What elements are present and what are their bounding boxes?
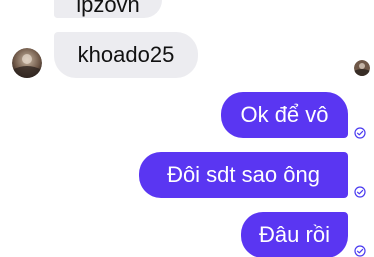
message-text: Ok để vô xyxy=(240,102,329,127)
message-outgoing-3[interactable]: Đâu rồi xyxy=(241,212,348,257)
message-outgoing-2[interactable]: Đôi sdt sao ông xyxy=(139,152,348,198)
message-text: khoado25 xyxy=(77,42,175,67)
sender-avatar-icon[interactable] xyxy=(12,48,42,78)
message-text: Đôi sdt sao ông xyxy=(167,162,320,187)
check-circle-icon xyxy=(354,185,366,198)
message-text: Đâu rồi xyxy=(259,222,330,247)
chat-thread: lpzovn khoado25 Ok để vô Đôi sdt sao ông… xyxy=(0,0,374,257)
check-circle-icon xyxy=(354,244,366,257)
message-incoming-2[interactable]: khoado25 xyxy=(54,32,198,78)
check-circle-icon xyxy=(354,126,366,139)
seen-avatar-icon xyxy=(354,60,370,76)
message-incoming-1[interactable]: lpzovn xyxy=(54,0,162,18)
message-outgoing-1[interactable]: Ok để vô xyxy=(221,92,348,138)
message-text: lpzovn xyxy=(76,0,140,17)
